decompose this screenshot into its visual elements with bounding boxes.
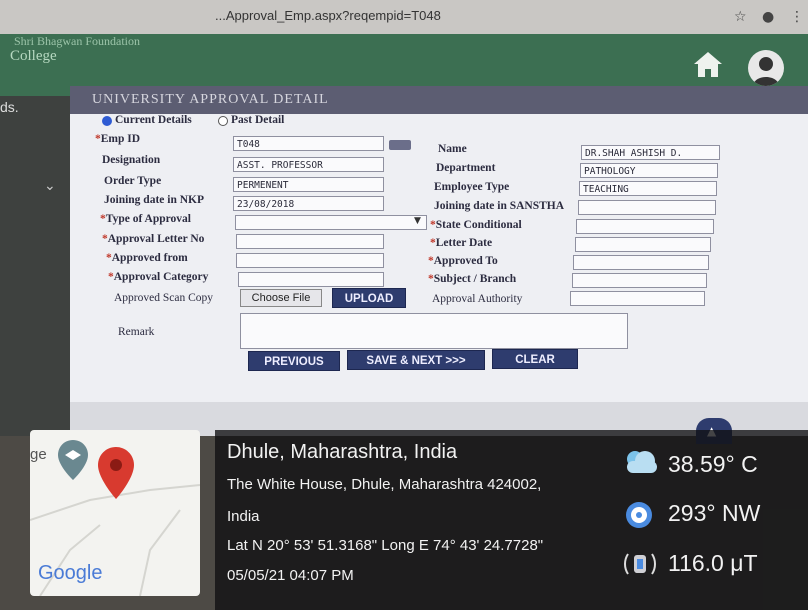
- type-approval-select[interactable]: [235, 215, 427, 230]
- temperature: 38.59° C: [668, 451, 758, 477]
- employee-type-field[interactable]: TEACHING: [579, 181, 717, 196]
- choose-file-button[interactable]: Choose File: [240, 289, 322, 307]
- approved-scan-label: Approved Scan Copy: [114, 292, 214, 304]
- panel-title: UNIVERSITY APPROVAL DETAIL: [92, 92, 329, 107]
- profile-icon[interactable]: ●: [762, 9, 774, 25]
- address-line1: The White House, Dhule, Maharashtra 4240…: [227, 476, 542, 493]
- approval-category-label: *Approval Category: [108, 271, 209, 283]
- magnetic-field-icon: [624, 553, 656, 575]
- sidebar-label[interactable]: ds.: [0, 99, 19, 115]
- name-label: Name: [438, 143, 467, 155]
- joining-sanstha-field[interactable]: [578, 200, 716, 215]
- panel-title-bar: UNIVERSITY APPROVAL DETAIL: [70, 86, 808, 114]
- state-conditional-field[interactable]: [576, 219, 714, 234]
- address-line2: India: [227, 508, 260, 525]
- order-type-label: Order Type: [104, 175, 162, 187]
- joining-sanstha-label: Joining date in SANSTHA: [434, 200, 565, 212]
- radio-current-label: Current Details: [115, 114, 192, 126]
- state-conditional-label: *State Conditional: [430, 219, 522, 231]
- approved-to-field[interactable]: [573, 255, 709, 270]
- wind-direction: 293° NW: [668, 500, 761, 526]
- avatar[interactable]: [748, 50, 784, 86]
- org-subname: College: [10, 48, 57, 64]
- upload-button[interactable]: UPLOAD: [332, 288, 406, 308]
- compass-icon: [626, 502, 652, 528]
- clear-button[interactable]: CLEAR: [492, 349, 578, 369]
- approved-from-field[interactable]: [236, 253, 384, 268]
- location-pin-icon: [98, 447, 134, 499]
- department-field[interactable]: PATHOLOGY: [580, 163, 718, 178]
- approval-letter-label: *Approval Letter No: [102, 233, 205, 245]
- order-type-field[interactable]: PERMENENT: [233, 177, 384, 192]
- approved-to-label: *Approved To: [428, 255, 498, 267]
- department-label: Department: [436, 162, 496, 174]
- joining-nkp-field[interactable]: 23/08/2018: [233, 196, 384, 211]
- browser-toolbar: ...Approval_Emp.aspx?reqempid=T048 ☆ ● ⋮: [0, 0, 808, 34]
- approval-letter-field[interactable]: [236, 234, 384, 249]
- org-name: Shri Bhagwan Foundation: [14, 34, 140, 48]
- approved-from-label: *Approved from: [106, 252, 188, 264]
- previous-button[interactable]: PREVIOUS: [248, 351, 340, 371]
- radio-past-label: Past Detail: [231, 114, 285, 126]
- subject-branch-field[interactable]: [572, 273, 707, 288]
- employee-type-label: Employee Type: [434, 181, 510, 193]
- remark-label: Remark: [118, 326, 155, 338]
- joining-nkp-label: Joining date in NKP: [104, 194, 205, 206]
- school-pin-icon: [58, 440, 88, 480]
- magnetic-field: 116.0 μT: [668, 550, 758, 576]
- datetime: 05/05/21 04:07 PM: [227, 567, 354, 584]
- menu-icon[interactable]: ⋮: [790, 9, 804, 25]
- cloud-icon: [627, 451, 657, 473]
- emp-id-field[interactable]: T048: [233, 136, 384, 151]
- home-icon[interactable]: [692, 50, 724, 78]
- approval-authority-field[interactable]: [570, 291, 705, 306]
- chevron-down-icon[interactable]: ⌄: [44, 178, 56, 194]
- address-bar[interactable]: ...Approval_Emp.aspx?reqempid=T048: [215, 8, 441, 23]
- designation-field[interactable]: ASST. PROFESSOR: [233, 157, 384, 172]
- coordinates: Lat N 20° 53' 51.3168" Long E 74° 43' 24…: [227, 537, 544, 554]
- sidebar: [0, 96, 70, 436]
- google-logo: Google: [38, 562, 103, 584]
- save-next-button[interactable]: SAVE & NEXT >>>: [347, 350, 485, 370]
- letter-date-label: *Letter Date: [430, 237, 493, 249]
- name-field[interactable]: DR.SHAH ASHISH D.: [581, 145, 720, 160]
- emp-id-label: *Emp ID: [95, 133, 141, 145]
- subject-branch-label: *Subject / Branch: [428, 273, 517, 285]
- approval-authority-label: Approval Authority: [432, 293, 523, 305]
- chevron-down-icon[interactable]: ▼: [414, 216, 421, 226]
- star-icon[interactable]: ☆: [734, 9, 747, 25]
- approval-category-field[interactable]: [238, 272, 384, 287]
- location-title: Dhule, Maharashtra, India: [227, 441, 458, 463]
- radio-past-detail[interactable]: [218, 116, 228, 126]
- user-icon: [753, 57, 779, 86]
- letter-date-field[interactable]: [575, 237, 711, 252]
- search-icon[interactable]: [389, 140, 411, 150]
- designation-label: Designation: [102, 154, 161, 166]
- remark-textarea[interactable]: [240, 313, 628, 349]
- radio-current-details[interactable]: [102, 116, 112, 126]
- map-label: ge: [30, 446, 47, 463]
- type-approval-label: *Type of Approval: [100, 213, 191, 225]
